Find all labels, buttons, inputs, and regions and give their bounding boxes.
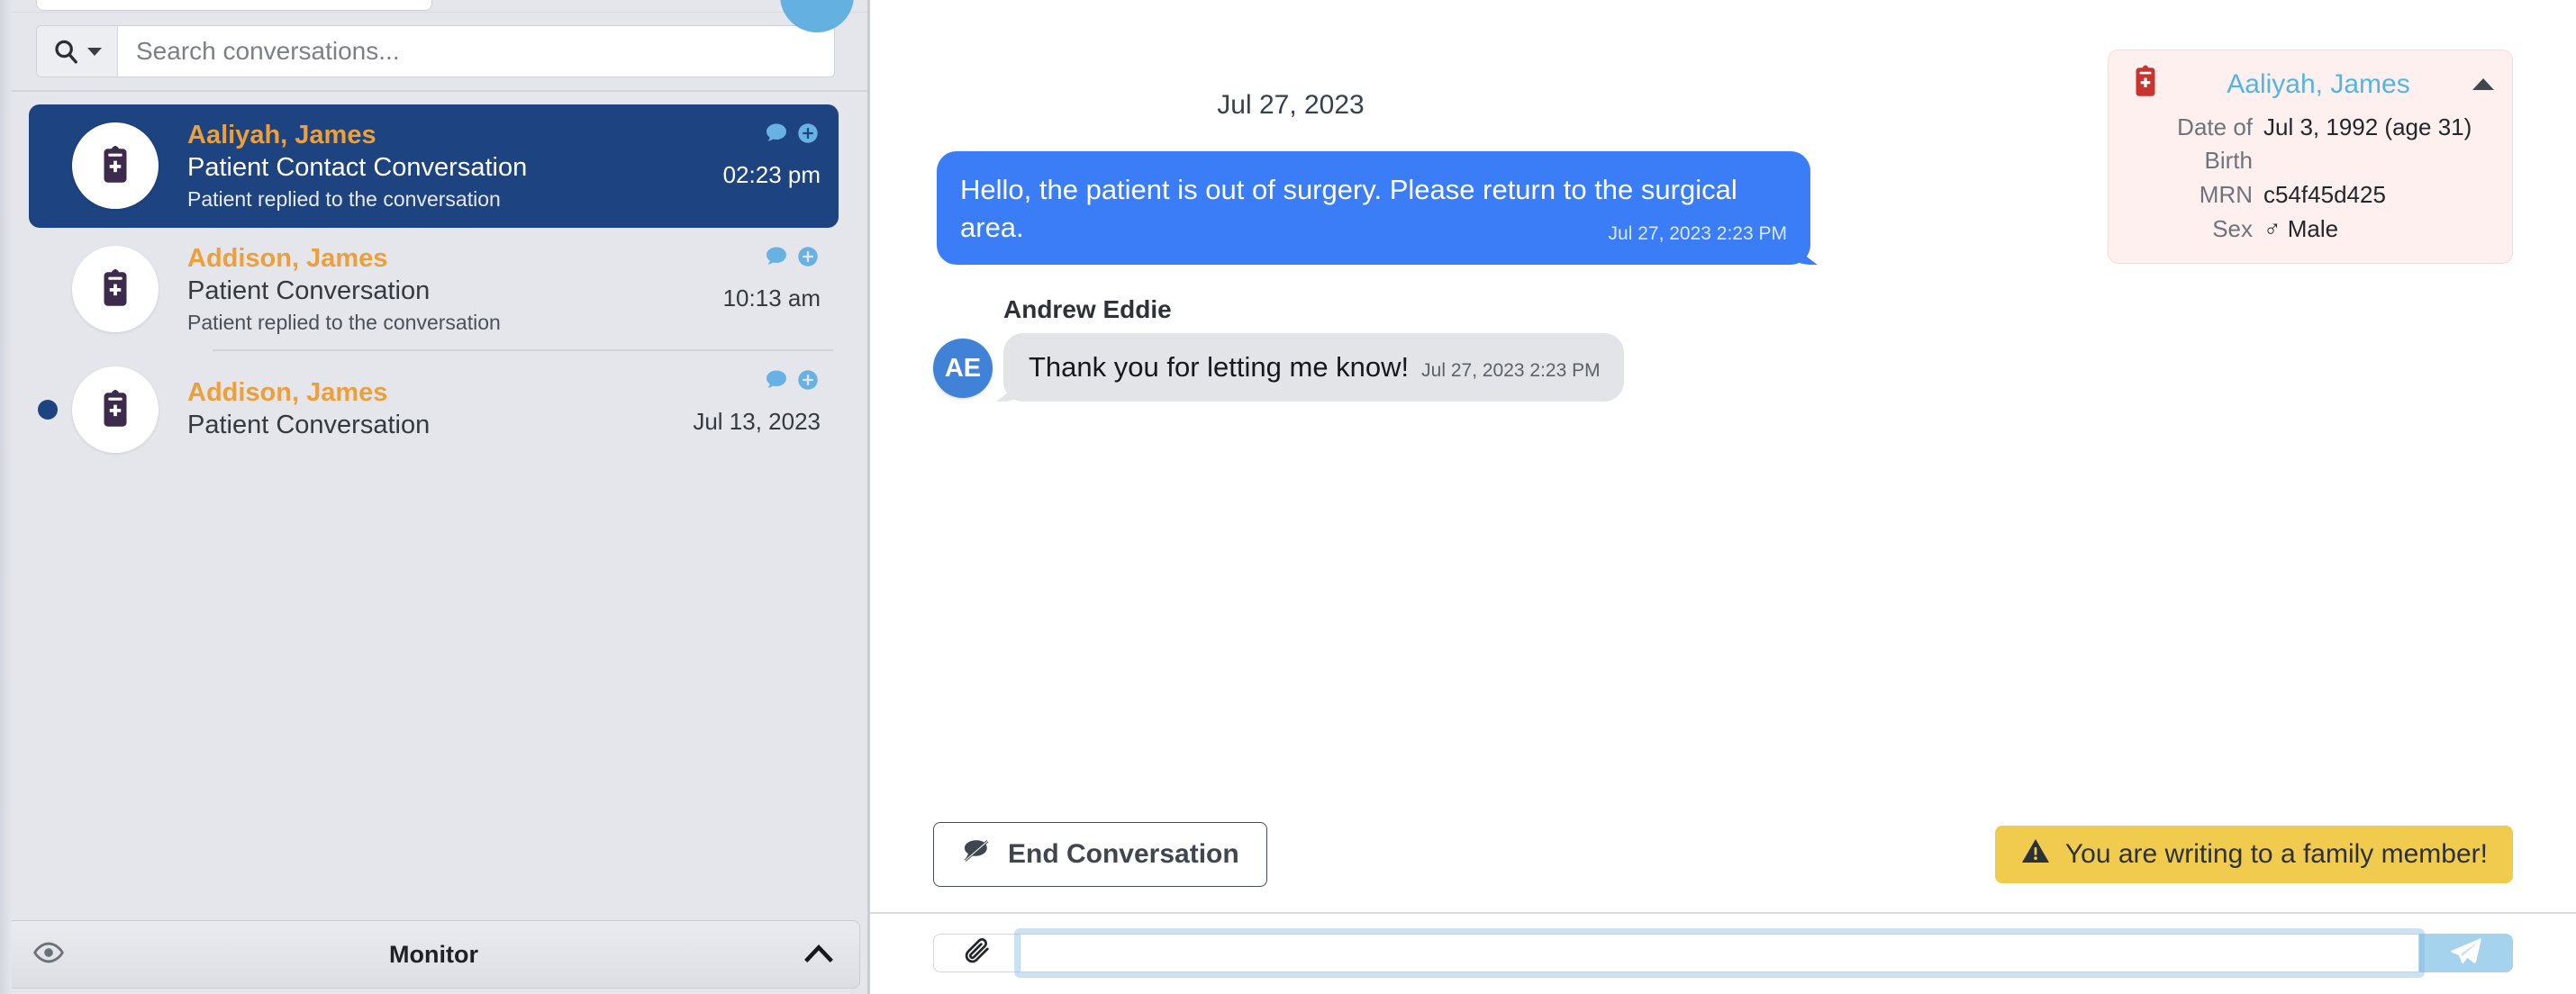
comment-icon[interactable]: [764, 367, 789, 397]
plus-circle-icon[interactable]: [795, 367, 821, 397]
family-member-warning-label: You are writing to a family member!: [2064, 839, 2488, 869]
conversation-icons: [764, 244, 821, 274]
panel-top-strip: [0, 0, 867, 32]
conversation-meta: 02:23 pm: [723, 119, 821, 213]
field-label: MRN: [2199, 180, 2253, 208]
conversation-title: Patient Contact Conversation: [187, 153, 528, 183]
conversation-title: Patient Conversation: [187, 411, 431, 440]
partial-card-above: [36, 0, 432, 11]
patient-field-mrn: MRN c54f45d425: [2127, 178, 2494, 212]
family-member-warning-badge: You are writing to a family member!: [1994, 826, 2513, 883]
conversation-time: Jul 13, 2023: [693, 407, 821, 435]
conversation-item-2[interactable]: Addison, James Patient Conversation Jul …: [29, 351, 839, 468]
clipboard-medical-icon: [104, 389, 127, 427]
conversation-text: Aaliyah, James Patient Contact Conversat…: [187, 119, 709, 213]
chevron-up-icon[interactable]: [803, 941, 834, 969]
conversation-time: 02:23 pm: [722, 161, 821, 188]
patient-name[interactable]: Aaliyah, James: [2181, 69, 2456, 100]
conversation-text: Addison, James Patient Conversation: [187, 376, 678, 443]
avatar-initials: AE: [944, 353, 982, 383]
plus-circle-icon[interactable]: [795, 244, 821, 274]
field-label: Date of Birth: [2177, 113, 2253, 174]
chevron-down-icon: [87, 47, 102, 56]
warning-triangle-icon: [2020, 837, 2051, 872]
search-box: [36, 25, 835, 77]
conversation-patient-name: Addison, James: [187, 243, 388, 273]
conversation-item-1[interactable]: Addison, James Patient Conversation Pati…: [29, 228, 839, 351]
conversation-patient-name: Addison, James: [187, 378, 388, 407]
search-filter-dropdown[interactable]: [37, 26, 118, 77]
search-icon: [52, 38, 79, 65]
message-composer: [870, 912, 2576, 994]
conversation-time: 10:13 am: [722, 284, 821, 312]
patient-field-sex: Sex ♂ Male: [2127, 212, 2494, 246]
comment-icon[interactable]: [764, 244, 789, 274]
patient-card-header: Aaliyah, James: [2127, 63, 2494, 105]
unread-indicator-dot: [38, 399, 58, 420]
incoming-message-timestamp: Jul 27, 2023 2:23 PM: [1421, 360, 1601, 382]
search-row: [0, 13, 867, 92]
conversation-icons: [764, 367, 821, 397]
conversation-list[interactable]: Aaliyah, James Patient Contact Conversat…: [0, 92, 867, 920]
avatar: [72, 122, 159, 210]
incoming-message-group: Andrew Eddie AE Thank you for letting me…: [870, 295, 2576, 402]
conversation-detail-panel: Aaliyah, James Date of Birth Jul 3, 1992…: [870, 0, 2576, 994]
conversation-meta: 10:13 am: [723, 242, 821, 337]
field-value: ♂ Male: [2263, 214, 2339, 242]
field-label: Sex: [2212, 214, 2253, 242]
conversation-patient-name: Aaliyah, James: [187, 121, 376, 149]
patient-info-card[interactable]: Aaliyah, James Date of Birth Jul 3, 1992…: [2108, 50, 2513, 264]
attach-file-button[interactable]: [933, 934, 1020, 972]
conversation-subtitle: Patient replied to the conversation: [187, 310, 501, 334]
conversation-app: Aaliyah, James Patient Contact Conversat…: [0, 0, 2576, 994]
conversation-subtitle: Patient replied to the conversation: [187, 186, 501, 211]
comment-slash-icon: [961, 837, 992, 872]
paper-plane-icon: [2448, 934, 2484, 972]
outgoing-message-timestamp: Jul 27, 2023 2:23 PM: [1608, 222, 1787, 244]
monitor-label: Monitor: [389, 940, 478, 968]
conversation-meta: Jul 13, 2023: [693, 366, 821, 454]
outgoing-message-bubble: Hello, the patient is out of surgery. Pl…: [937, 151, 1810, 266]
incoming-message-bubble: Thank you for letting me know! Jul 27, 2…: [1003, 333, 1624, 402]
caret-up-icon[interactable]: [2472, 78, 2494, 90]
monitor-bar[interactable]: Monitor: [7, 920, 860, 989]
conversation-icons: [764, 121, 821, 150]
conversation-text: Addison, James Patient Conversation Pati…: [187, 242, 709, 337]
patient-field-dob: Date of Birth Jul 3, 1992 (age 31): [2127, 111, 2494, 177]
plus-circle-icon[interactable]: [795, 121, 821, 150]
incoming-message-sender: Andrew Eddie: [1003, 295, 1172, 324]
message-input-wrapper: [1020, 934, 2419, 972]
clipboard-medical-icon: [104, 269, 127, 307]
message-input[interactable]: [1020, 934, 2419, 972]
clipboard-medical-icon: [104, 146, 127, 184]
incoming-message-row: AE Thank you for letting me know! Jul 27…: [933, 333, 2513, 402]
conversation-title: Patient Conversation: [187, 276, 431, 306]
search-input[interactable]: [118, 26, 834, 77]
send-message-button[interactable]: [2419, 934, 2513, 972]
conversations-panel: Aaliyah, James Patient Contact Conversat…: [0, 0, 870, 994]
eye-icon[interactable]: [33, 937, 64, 972]
avatar: AE: [933, 339, 993, 399]
incoming-message-text: Thank you for letting me know!: [1029, 351, 1410, 384]
patient-fields: Date of Birth Jul 3, 1992 (age 31) MRN c…: [2127, 111, 2494, 246]
end-conversation-button[interactable]: End Conversation: [933, 822, 1267, 887]
end-conversation-label: End Conversation: [1008, 839, 1239, 869]
paperclip-icon: [962, 935, 993, 971]
conversation-item-0[interactable]: Aaliyah, James Patient Contact Conversat…: [29, 104, 839, 228]
field-value: Jul 3, 1992 (age 31): [2263, 113, 2472, 140]
field-value: c54f45d425: [2263, 180, 2386, 208]
comment-icon[interactable]: [764, 121, 789, 150]
avatar: [72, 366, 159, 453]
avatar: [72, 246, 159, 333]
clipboard-medical-red-icon: [2127, 63, 2164, 105]
action-row: End Conversation You are writing to a fa…: [870, 822, 2576, 912]
